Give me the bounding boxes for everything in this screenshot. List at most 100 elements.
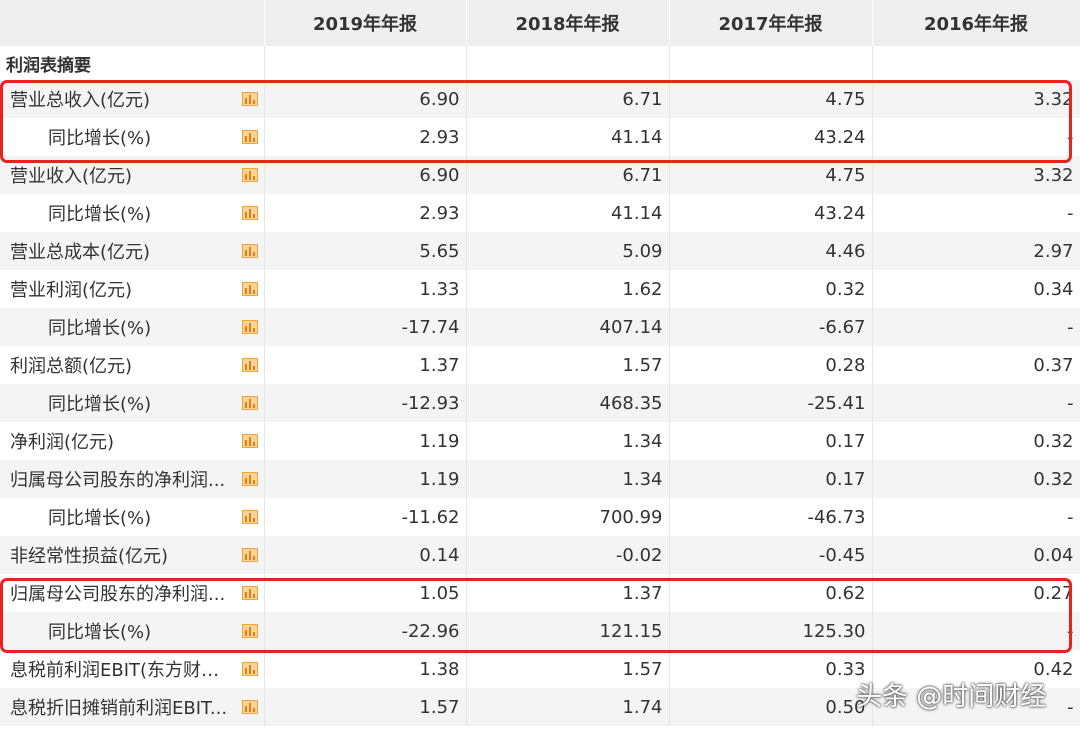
- row-label-cell: 同比增长(%): [0, 612, 265, 650]
- row-label-cell: 利润总额(亿元): [0, 346, 265, 384]
- bar-chart-icon[interactable]: [241, 472, 258, 486]
- value-cell: 468.35: [466, 384, 670, 422]
- value-cell: 0.32: [872, 422, 1080, 460]
- table-row: 同比增长(%) -22.96 121.15 125.30-: [0, 612, 1080, 650]
- row-label: 同比增长(%): [48, 508, 152, 529]
- bar-chart-icon[interactable]: [241, 662, 258, 676]
- value-cell: 1.19: [264, 460, 467, 498]
- table-row: 净利润(亿元) 1.19 1.34 0.17 0.32: [0, 422, 1080, 460]
- bar-chart-icon[interactable]: [241, 320, 258, 334]
- value-cell: -11.62: [264, 498, 467, 536]
- value-cell: -0.02: [466, 536, 670, 574]
- value-cell: 0.27: [872, 574, 1080, 612]
- row-label-cell: 同比增长(%): [0, 118, 265, 156]
- table-row: 非经常性损益(亿元) 0.14 -0.02 -0.45 0.04: [0, 536, 1080, 574]
- value-cell: 0.62: [669, 574, 873, 612]
- bar-chart-icon[interactable]: [241, 396, 258, 410]
- bar-chart-icon[interactable]: [241, 548, 258, 562]
- row-label: 同比增长(%): [48, 128, 152, 149]
- row-label: 同比增长(%): [48, 622, 152, 643]
- row-label-cell: 净利润(亿元): [0, 422, 265, 460]
- header-2018[interactable]: 2018年年报: [466, 0, 670, 46]
- row-label-cell: 营业总成本(亿元): [0, 232, 265, 270]
- value-cell: 4.75: [669, 156, 873, 194]
- row-label-cell: 归属母公司股东的净利润...: [0, 574, 265, 612]
- bar-chart-icon[interactable]: [241, 92, 258, 106]
- value-cell: 43.24: [669, 194, 873, 232]
- value-cell: 1.33: [264, 270, 467, 308]
- value-cell: -: [872, 118, 1080, 156]
- row-label: 同比增长(%): [48, 204, 152, 225]
- value-cell: 1.74: [466, 688, 670, 726]
- value-cell: 0.34: [872, 270, 1080, 308]
- bar-chart-icon[interactable]: [241, 130, 258, 144]
- row-label: 营业总收入(亿元): [10, 90, 151, 111]
- value-cell: 1.19: [264, 422, 467, 460]
- table-row: 归属母公司股东的净利润... 1.05 1.37 0.62 0.27: [0, 574, 1080, 612]
- row-label: 息税折旧摊销前利润EBIT...: [10, 698, 228, 719]
- row-label-cell: 营业总收入(亿元): [0, 80, 265, 118]
- value-cell: 0.17: [669, 422, 873, 460]
- table-row: 同比增长(%) 2.93 41.14 43.24-: [0, 118, 1080, 156]
- value-cell: 1.34: [466, 422, 670, 460]
- value-cell: 1.38: [264, 650, 467, 688]
- value-cell: -17.74: [264, 308, 467, 346]
- value-cell: -22.96: [264, 612, 467, 650]
- value-cell: -6.67: [669, 308, 873, 346]
- table-row: 营业收入(亿元) 6.90 6.71 4.75 3.32: [0, 156, 1080, 194]
- bar-chart-icon[interactable]: [241, 586, 258, 600]
- value-cell: 700.99: [466, 498, 670, 536]
- value-cell: 4.46: [669, 232, 873, 270]
- value-cell: 0.33: [669, 650, 873, 688]
- row-label-cell: 同比增长(%): [0, 308, 265, 346]
- table-row: 同比增长(%) -11.62 700.99 -46.73-: [0, 498, 1080, 536]
- value-cell: 6.90: [264, 156, 467, 194]
- bar-chart-icon[interactable]: [241, 358, 258, 372]
- bar-chart-icon[interactable]: [241, 282, 258, 296]
- table-row: 同比增长(%) -17.74 407.14 -6.67-: [0, 308, 1080, 346]
- value-cell: 0.37: [872, 346, 1080, 384]
- table-row: 利润总额(亿元) 1.37 1.57 0.28 0.37: [0, 346, 1080, 384]
- value-cell: 0.28: [669, 346, 873, 384]
- header-2016[interactable]: 2016年年报: [872, 0, 1080, 46]
- bar-chart-icon[interactable]: [241, 244, 258, 258]
- value-cell: 1.57: [466, 650, 670, 688]
- row-label: 同比增长(%): [48, 394, 152, 415]
- section-title: 利润表摘要: [0, 46, 265, 80]
- value-cell: 1.05: [264, 574, 467, 612]
- value-cell: 1.62: [466, 270, 670, 308]
- value-cell: 0.04: [872, 536, 1080, 574]
- row-label-cell: 同比增长(%): [0, 384, 265, 422]
- bar-chart-icon[interactable]: [241, 700, 258, 714]
- bar-chart-icon[interactable]: [241, 168, 258, 182]
- table-row: 归属母公司股东的净利润... 1.19 1.34 0.17 0.32: [0, 460, 1080, 498]
- value-cell: 0.32: [872, 460, 1080, 498]
- value-cell: -46.73: [669, 498, 873, 536]
- table-row: 营业总收入(亿元) 6.90 6.71 4.75 3.32: [0, 80, 1080, 118]
- row-label-cell: 息税前利润EBIT(东方财富...: [0, 650, 265, 688]
- value-cell: 41.14: [466, 118, 670, 156]
- row-label: 同比增长(%): [48, 318, 152, 339]
- bar-chart-icon[interactable]: [241, 510, 258, 524]
- value-cell: 0.32: [669, 270, 873, 308]
- row-label-cell: 营业收入(亿元): [0, 156, 265, 194]
- value-cell: 43.24: [669, 118, 873, 156]
- value-cell: -0.45: [669, 536, 873, 574]
- value-cell: -25.41: [669, 384, 873, 422]
- table-row: 同比增长(%) 2.93 41.14 43.24-: [0, 194, 1080, 232]
- row-label-cell: 归属母公司股东的净利润...: [0, 460, 265, 498]
- value-cell: -: [872, 194, 1080, 232]
- value-cell: 0.17: [669, 460, 873, 498]
- row-label: 营业收入(亿元): [10, 166, 133, 187]
- bar-chart-icon[interactable]: [241, 206, 258, 220]
- value-cell: 41.14: [466, 194, 670, 232]
- header-2017[interactable]: 2017年年报: [669, 0, 873, 46]
- header-2019[interactable]: 2019年年报: [264, 0, 467, 46]
- row-label-cell: 非经常性损益(亿元): [0, 536, 265, 574]
- bar-chart-icon[interactable]: [241, 434, 258, 448]
- value-cell: 6.90: [264, 80, 467, 118]
- bar-chart-icon[interactable]: [241, 624, 258, 638]
- row-label: 利润总额(亿元): [10, 356, 133, 377]
- value-cell: 6.71: [466, 156, 670, 194]
- row-label: 净利润(亿元): [10, 432, 115, 453]
